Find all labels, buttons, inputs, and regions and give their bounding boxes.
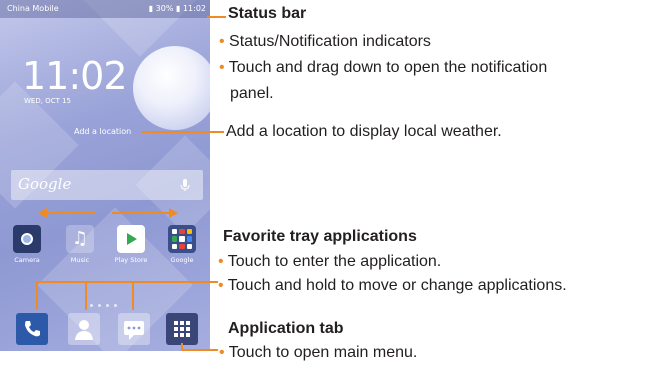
carrier-label: China Mobile [7,4,59,13]
status-bar-bullet-2-cont: panel. [230,85,274,102]
status-bar-bullet-2: • Touch and drag down to open the notifi… [219,59,547,77]
messaging-button[interactable] [118,313,150,345]
grid-icon [174,321,190,337]
add-location-link[interactable]: Add a location [74,127,131,136]
status-bar-bullet-2-text: Touch and drag down to open the notifica… [228,59,548,76]
message-icon [124,321,144,340]
battery-icon: ▮ [175,4,181,13]
contacts-button[interactable] [68,313,100,345]
play-store-icon [117,225,145,253]
signal-icon: ▮ [148,4,154,13]
search-bar[interactable]: Google [11,170,203,200]
location-caption: Add a location to display local weather. [226,123,502,140]
bullet-icon: • [219,59,229,76]
bullet-icon: • [218,277,228,294]
app-music[interactable]: ♫ Music [63,225,97,264]
app-tab-title: Application tab [228,320,344,337]
date: WED, OCT 15 [24,97,71,105]
status-time: 11:02 [182,4,206,13]
weather-orb [133,46,210,130]
clock: 11:02 [22,54,128,98]
favorite-bullet-2: • Touch and hold to move or change appli… [218,277,567,295]
app-google-folder[interactable]: Google [165,225,199,264]
app-play-store[interactable]: Play Store [114,225,148,264]
app-label: Google [170,256,194,264]
status-indicators: ▮ 30% ▮ 11:02 [149,0,206,18]
favorite-tray-title: Favorite tray applications [223,228,417,245]
app-camera[interactable]: Camera [10,225,44,264]
status-bar[interactable]: China Mobile ▮ 30% ▮ 11:02 [0,0,210,18]
bullet-icon: • [218,253,228,270]
google-folder-icon [168,225,196,253]
camera-icon [13,225,41,253]
battery-label: 30% [155,4,174,13]
contacts-icon [75,320,93,340]
status-bar-title: Status bar [228,5,307,22]
mic-icon[interactable] [177,177,193,193]
favorite-bullet-1-text: Touch to enter the application. [227,253,442,270]
app-label: Camera [14,256,40,264]
phone-icon [25,321,40,337]
app-tab-bullet-1: • Touch to open main menu. [219,344,417,362]
bullet-icon: • [219,33,230,50]
status-bar-bullet-1: • Status/Notification indicators [219,33,431,51]
favorite-bullet-1: • Touch to enter the application. [218,253,441,271]
phone-button[interactable] [16,313,48,345]
app-drawer-button[interactable] [166,313,198,345]
favorite-bullet-2-text: Touch and hold to move or change applica… [227,277,567,294]
app-label: Music [70,256,90,264]
music-icon: ♫ [66,225,94,253]
status-bar-bullet-1-text: Status/Notification indicators [229,33,431,50]
app-tab-bullet-1-text: Touch to open main menu. [228,344,418,361]
swipe-arrows [38,208,178,218]
favorite-apps-row: Camera ♫ Music Play Store Google [0,225,210,275]
search-label: Google [18,175,72,193]
dock [0,305,210,351]
app-label: Play Store [114,256,148,264]
bullet-icon: • [219,344,229,361]
phone-screen: China Mobile ▮ 30% ▮ 11:02 11:02 WED, OC… [0,0,210,351]
